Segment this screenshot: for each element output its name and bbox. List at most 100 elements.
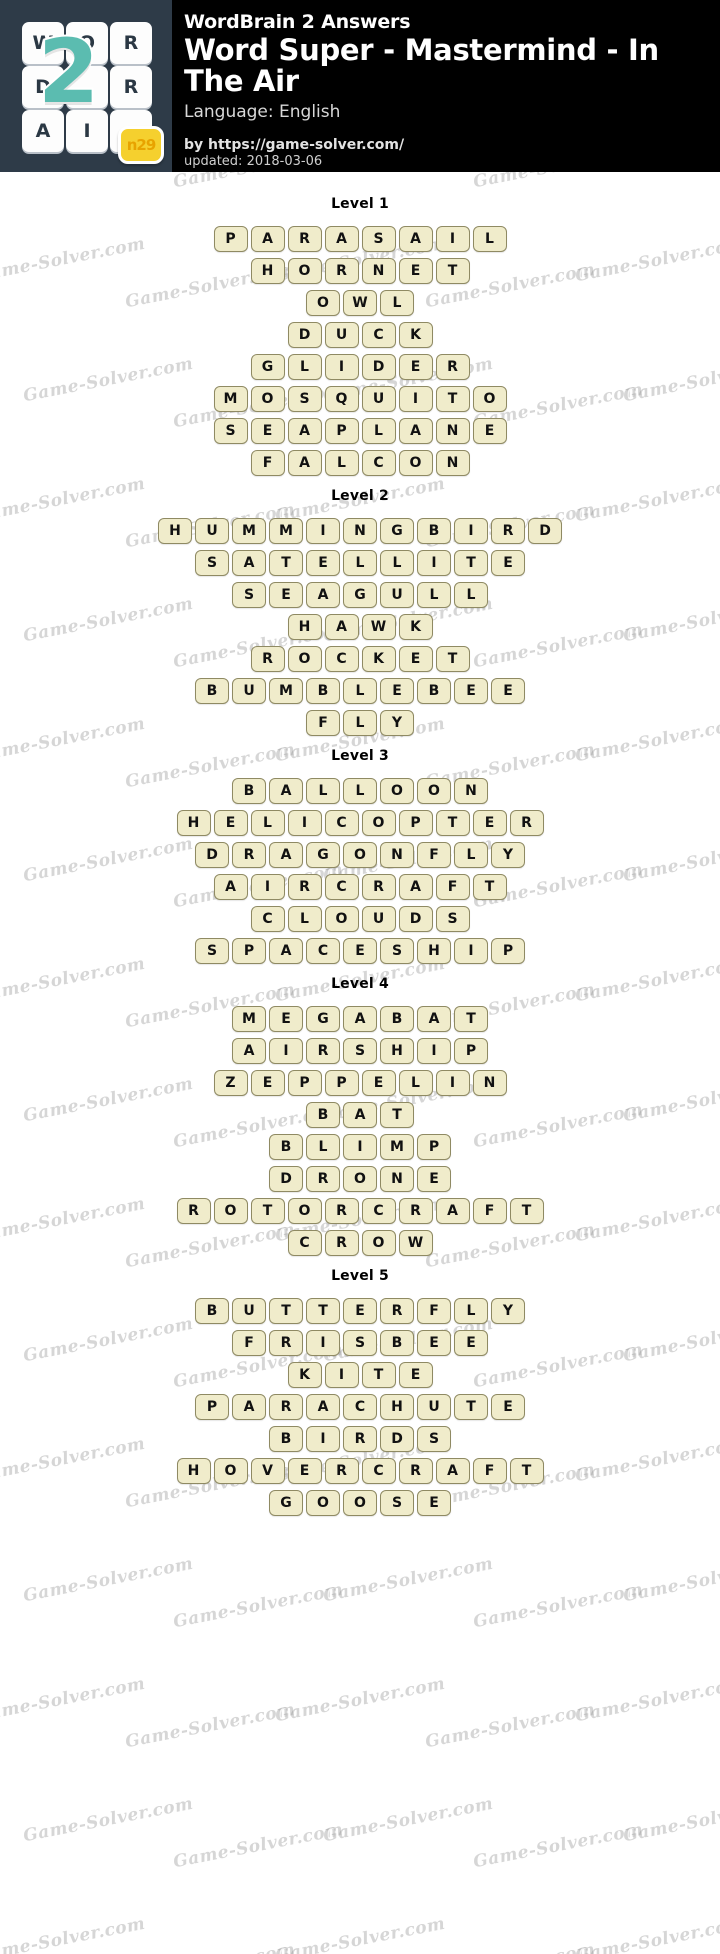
letter-tile: F [417, 842, 451, 868]
watermark-text: Game-Solver.com [273, 1913, 447, 1954]
letter-tile: S [380, 938, 414, 964]
letter-tile: T [269, 550, 303, 576]
answer-word-row: HORNET [0, 258, 720, 284]
letter-tile: I [417, 1038, 451, 1064]
letter-tile: I [454, 518, 488, 544]
letter-tile: Q [324, 386, 359, 412]
letter-tile: U [361, 386, 396, 412]
letter-tile: F [472, 1458, 507, 1484]
letter-tile: Z [213, 1070, 248, 1096]
watermark-text: Game-Solver.com [423, 1699, 597, 1753]
letter-tile: A [232, 1394, 266, 1420]
letter-tile: T [454, 1394, 488, 1420]
answer-word-row: GOOSE [0, 1490, 720, 1516]
letter-tile: I [306, 1330, 340, 1356]
letter-tile: E [472, 418, 507, 444]
letter-tile: E [472, 810, 507, 836]
letter-tile: D [269, 1166, 303, 1192]
letter-tile: A [250, 226, 285, 252]
letter-tile: H [287, 614, 322, 640]
byline-link[interactable]: by https://game-solver.com/ [184, 137, 712, 154]
letter-tile: I [435, 1070, 470, 1096]
answer-word-row: SPACESHIP [0, 938, 720, 964]
header-text-block: WordBrain 2 Answers Word Super - Masterm… [172, 0, 720, 172]
letter-tile: T [435, 646, 470, 672]
logo-key: R [110, 66, 152, 108]
letter-tile: U [232, 678, 266, 704]
letter-tile: L [343, 778, 377, 804]
letter-tile: U [361, 906, 396, 932]
letter-tile: O [380, 778, 414, 804]
level-block: Level 4MEGABATAIRSHIPZEPPELINBATBLIMPDRO… [0, 976, 720, 1256]
letter-tile: S [380, 1490, 414, 1516]
letter-tile: I [454, 938, 488, 964]
answer-word-row: GLIDER [0, 354, 720, 380]
letter-tile: L [361, 418, 396, 444]
letter-tile: S [287, 386, 322, 412]
letter-tile: M [232, 518, 266, 544]
letter-tile: E [454, 678, 488, 704]
letter-tile: K [287, 1362, 322, 1388]
letter-tile: N [343, 518, 377, 544]
letter-tile: O [287, 1198, 322, 1224]
watermark-text: Game-Solver.com [124, 1940, 297, 1954]
answer-word-row: PARASAIL [0, 226, 720, 252]
letter-tile: O [343, 842, 377, 868]
letter-tile: B [269, 1134, 303, 1160]
letter-tile: E [269, 1006, 303, 1032]
version-label: Version 6.0 [184, 171, 712, 172]
answer-word-row: BALLOON [0, 778, 720, 804]
answer-word-row: FRISBEE [0, 1330, 720, 1356]
letter-tile: H [176, 1458, 211, 1484]
answer-word-row: BAT [0, 1102, 720, 1128]
letter-tile: H [176, 810, 211, 836]
letter-tile: A [306, 1394, 340, 1420]
letter-tile: P [398, 810, 433, 836]
letter-tile: T [454, 1006, 488, 1032]
letter-tile: S [195, 938, 229, 964]
letter-tile: O [287, 646, 322, 672]
letter-tile: G [269, 1490, 303, 1516]
watermark-text: Game-Solver.com [171, 1579, 345, 1633]
letter-tile: P [213, 226, 248, 252]
letter-tile: G [343, 582, 377, 608]
letter-tile: B [195, 678, 229, 704]
letter-tile: D [380, 1426, 414, 1452]
letter-tile: A [398, 418, 433, 444]
letter-tile: T [435, 810, 470, 836]
answer-word-row: CROW [0, 1230, 720, 1256]
site-title: WordBrain 2 Answers [184, 11, 411, 33]
letter-tile: O [472, 386, 507, 412]
letter-tile: I [398, 386, 433, 412]
letter-tile: E [491, 678, 525, 704]
letter-tile: A [435, 1458, 470, 1484]
letter-tile: E [398, 258, 433, 284]
letter-tile: O [417, 778, 451, 804]
letter-tile: O [287, 258, 322, 284]
answer-word-row: AIRCRAFT [0, 874, 720, 900]
letter-tile: M [232, 1006, 266, 1032]
letter-tile: L [250, 810, 285, 836]
letter-tile: R [491, 518, 525, 544]
watermark-text: Game-Solver.com [573, 1913, 720, 1954]
answer-word-row: FLY [0, 710, 720, 736]
letter-tile: A [343, 1102, 377, 1128]
letter-tile: W [361, 614, 396, 640]
letter-tile: I [324, 354, 359, 380]
level-block: Level 5BUTTERFLYFRISBEEKITEPARACHUTEBIRD… [0, 1268, 720, 1516]
letter-tile: T [380, 1102, 414, 1128]
letter-tile: G [306, 1006, 340, 1032]
letter-tile: T [509, 1198, 544, 1224]
letter-tile: B [417, 678, 451, 704]
letter-tile: N [361, 258, 396, 284]
letter-tile: E [361, 1070, 396, 1096]
level-block: Level 2HUMMINGBIRDSATELLITESEAGULLHAWKRO… [0, 488, 720, 736]
letter-tile: M [269, 518, 303, 544]
letter-tile: R [306, 1038, 340, 1064]
answer-word-row: DUCK [0, 322, 720, 348]
letter-tile: H [380, 1038, 414, 1064]
letter-tile: Y [491, 842, 525, 868]
letter-tile: M [380, 1134, 414, 1160]
letter-tile: E [343, 938, 377, 964]
letter-tile: R [509, 810, 544, 836]
